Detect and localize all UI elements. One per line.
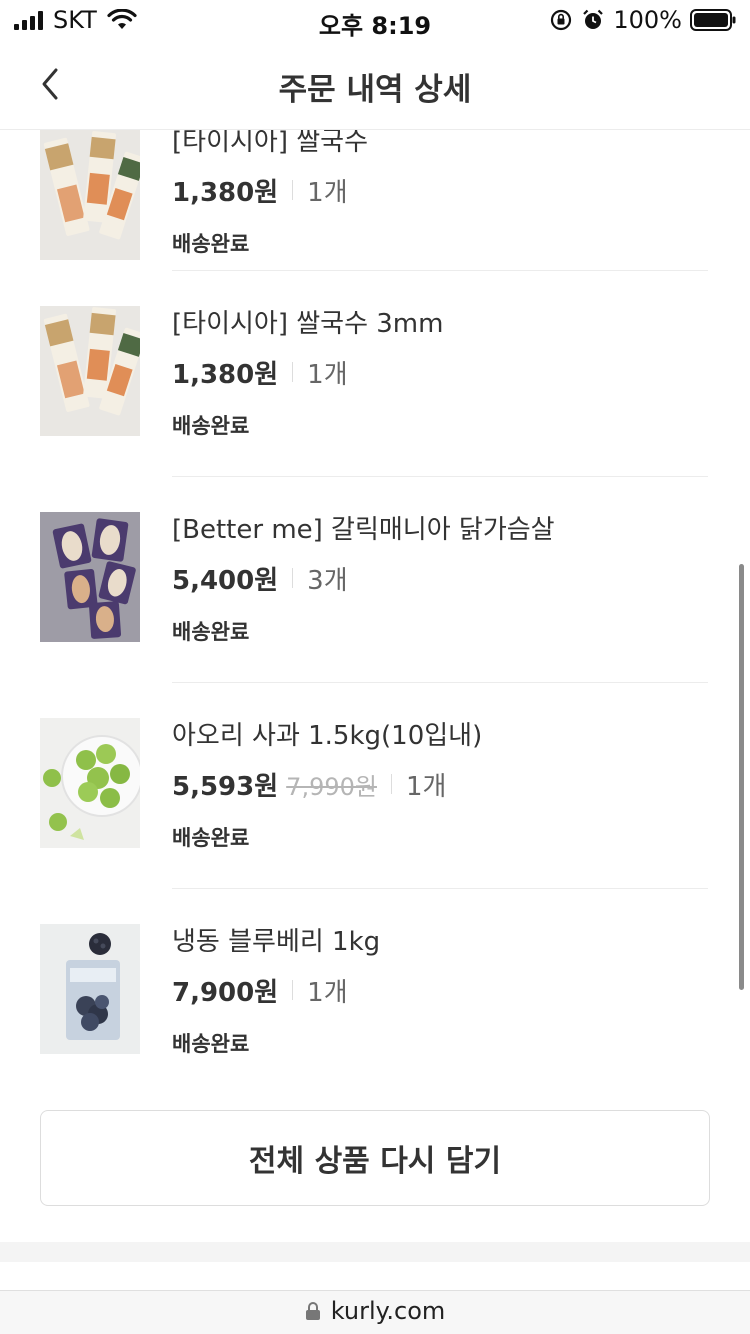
page-title: 주문 내역 상세 — [278, 72, 472, 108]
order-detail-content[interactable]: [타이시아] 쌀국수 1,380원 1개 배송완료 [타이시아] 쌀국수 3mm… — [0, 130, 750, 1290]
item-price: 7,900원 — [172, 977, 279, 1008]
item-quantity: 1개 — [307, 359, 348, 390]
item-price: 1,380원 — [172, 177, 279, 208]
price-divider — [292, 180, 294, 200]
item-name[interactable]: [타이시아] 쌀국수 — [172, 130, 708, 160]
order-item[interactable]: [Better me] 갈릭매니아 닭가슴살 5,400원 3개 배송완료 — [0, 512, 750, 718]
item-quantity: 1개 — [307, 177, 348, 208]
row-divider — [172, 888, 708, 889]
item-info: [타이시아] 쌀국수 1,380원 1개 배송완료 — [172, 130, 708, 258]
price-row: 1,380원 1개 — [172, 168, 708, 212]
status-bar: SKT 오후 8:19 100% — [0, 0, 750, 40]
orientation-lock-icon — [551, 9, 572, 31]
product-thumbnail[interactable] — [40, 718, 140, 848]
row-divider — [172, 476, 708, 477]
price-row: 1,380원 1개 — [172, 350, 708, 394]
section-separator — [0, 1242, 750, 1262]
item-info: 아오리 사과 1.5kg(10입내) 5,593원 7,990원 1개 배송완료 — [172, 718, 708, 852]
delivery-status: 배송완료 — [172, 232, 250, 256]
row-divider — [172, 270, 708, 271]
page-header: 주문 내역 상세 — [0, 40, 750, 130]
price-row: 5,400원 3개 — [172, 556, 708, 600]
delivery-status: 배송완료 — [172, 414, 250, 438]
row-divider — [172, 682, 708, 683]
product-thumbnail[interactable] — [40, 512, 140, 642]
item-name[interactable]: 냉동 블루베리 1kg — [172, 924, 708, 960]
reorder-all-button[interactable]: 전체 상품 다시 담기 — [40, 1110, 710, 1206]
browser-address-bar[interactable]: kurly.com — [0, 1290, 750, 1334]
price-divider — [390, 774, 392, 794]
scrollbar[interactable] — [739, 564, 744, 990]
battery-percent: 100% — [613, 6, 682, 34]
price-row: 5,593원 7,990원 1개 — [172, 762, 708, 806]
item-name[interactable]: 아오리 사과 1.5kg(10입내) — [172, 718, 708, 754]
order-item[interactable]: [타이시아] 쌀국수 3mm 1,380원 1개 배송완료 — [0, 306, 750, 512]
delivery-status: 배송완료 — [172, 620, 250, 644]
alarm-icon — [583, 9, 604, 29]
item-info: [타이시아] 쌀국수 3mm 1,380원 1개 배송완료 — [172, 306, 708, 440]
battery-icon — [690, 9, 736, 31]
item-price: 5,400원 — [172, 565, 279, 596]
product-thumbnail[interactable] — [40, 924, 140, 1054]
order-item[interactable]: 냉동 블루베리 1kg 7,900원 1개 배송완료 — [0, 924, 750, 1130]
status-bar-right: 100% — [549, 6, 736, 34]
lock-icon — [305, 1302, 320, 1320]
product-thumbnail[interactable] — [40, 306, 140, 436]
url-display[interactable]: kurly.com — [305, 1297, 446, 1325]
item-price: 1,380원 — [172, 359, 279, 390]
url-text: kurly.com — [330, 1297, 446, 1325]
item-quantity: 1개 — [307, 977, 348, 1008]
item-info: [Better me] 갈릭매니아 닭가슴살 5,400원 3개 배송완료 — [172, 512, 708, 646]
price-divider — [292, 568, 294, 588]
product-thumbnail[interactable] — [40, 130, 140, 260]
item-name[interactable]: [타이시아] 쌀국수 3mm — [172, 306, 708, 342]
order-item[interactable]: [타이시아] 쌀국수 1,380원 1개 배송완료 — [0, 130, 750, 260]
price-divider — [292, 980, 294, 1000]
price-divider — [292, 362, 294, 382]
delivery-status: 배송완료 — [172, 1032, 250, 1056]
item-price: 5,593원 — [172, 771, 279, 802]
item-quantity: 3개 — [307, 565, 348, 596]
item-quantity: 1개 — [405, 771, 447, 802]
delivery-status: 배송완료 — [172, 826, 250, 850]
item-info: 냉동 블루베리 1kg 7,900원 1개 배송완료 — [172, 924, 708, 1058]
price-row: 7,900원 1개 — [172, 968, 708, 1012]
item-name[interactable]: [Better me] 갈릭매니아 닭가슴살 — [172, 512, 708, 548]
order-item[interactable]: 아오리 사과 1.5kg(10입내) 5,593원 7,990원 1개 배송완료 — [0, 718, 750, 924]
item-original-price: 7,990원 — [286, 772, 377, 801]
